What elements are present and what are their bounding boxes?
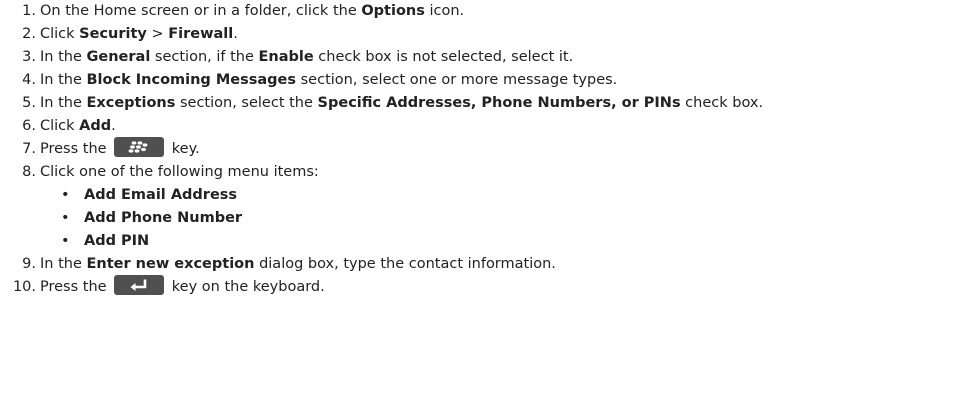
menu-item-label: Add PIN	[84, 233, 150, 249]
enable-term: Enable	[258, 49, 314, 65]
step-10: 10. Press the key on the keyboard.	[0, 275, 953, 299]
step-text: In the Block Incoming Messages section, …	[40, 72, 618, 88]
step-5: 5. In the Exceptions section, select the…	[0, 92, 953, 115]
step-2: 2. Click Security > Firewall.	[0, 23, 953, 46]
step-text: Press the key on the keyboard.	[40, 275, 325, 299]
step-4: 4. In the Block Incoming Messages sectio…	[0, 69, 953, 92]
bullet-dot: •	[61, 233, 70, 249]
enter-new-exception-term: Enter new exception	[86, 256, 255, 272]
bullet-dot: •	[61, 210, 70, 226]
step-text: In the Exceptions section, select the Sp…	[40, 95, 764, 111]
step-number: 4.	[22, 72, 36, 88]
step-number: 5.	[22, 95, 36, 111]
menu-items-list: • Add Email Address • Add Phone Number •…	[0, 184, 953, 253]
blackberry-menu-key-icon	[114, 137, 165, 157]
step-7: 7. Press the key.	[0, 137, 953, 161]
step-8: 8. Click one of the following menu items…	[0, 161, 953, 184]
step-text: Click Add.	[40, 118, 116, 134]
step-9: 9. In the Enter new exception dialog box…	[0, 253, 953, 276]
step-number: 10.	[12, 279, 36, 295]
block-incoming-messages-term: Block Incoming Messages	[86, 72, 297, 88]
step-number: 3.	[22, 49, 36, 65]
step-text: In the Enter new exception dialog box, t…	[40, 256, 556, 272]
options-term: Options	[361, 3, 425, 19]
step-number: 6.	[22, 118, 36, 134]
firewall-term: Firewall	[168, 26, 234, 42]
enter-key-icon	[114, 275, 165, 295]
step-1: 1. On the Home screen or in a folder, cl…	[0, 0, 953, 23]
bullet-add-phone-number: • Add Phone Number	[0, 207, 953, 230]
step-number: 8.	[22, 164, 36, 180]
menu-item-label: Add Phone Number	[84, 210, 243, 226]
add-term: Add	[79, 118, 112, 134]
step-6: 6. Click Add.	[0, 115, 953, 138]
step-3: 3. In the General section, if the Enable…	[0, 46, 953, 69]
menu-item-label: Add Email Address	[84, 187, 238, 203]
general-term: General	[86, 49, 151, 65]
instruction-steps: 1. On the Home screen or in a folder, cl…	[0, 0, 953, 299]
step-text: On the Home screen or in a folder, click…	[40, 3, 465, 19]
step-text: In the General section, if the Enable ch…	[40, 49, 574, 65]
step-number: 7.	[22, 141, 36, 157]
step-number: 1.	[22, 3, 36, 19]
specific-addresses-term: Specific Addresses, Phone Numbers, or PI…	[317, 95, 681, 111]
bullet-add-email-address: • Add Email Address	[0, 184, 953, 207]
step-text: Click Security > Firewall.	[40, 26, 238, 42]
bullet-add-pin: • Add PIN	[0, 230, 953, 253]
step-number: 2.	[22, 26, 36, 42]
step-number: 9.	[22, 256, 36, 272]
bullet-dot: •	[61, 187, 70, 203]
exceptions-term: Exceptions	[86, 95, 176, 111]
step-text: Press the key.	[40, 137, 200, 161]
bullet-list: • Add Email Address • Add Phone Number •…	[0, 184, 953, 253]
security-term: Security	[79, 26, 147, 42]
step-text: Click one of the following menu items:	[40, 164, 319, 180]
